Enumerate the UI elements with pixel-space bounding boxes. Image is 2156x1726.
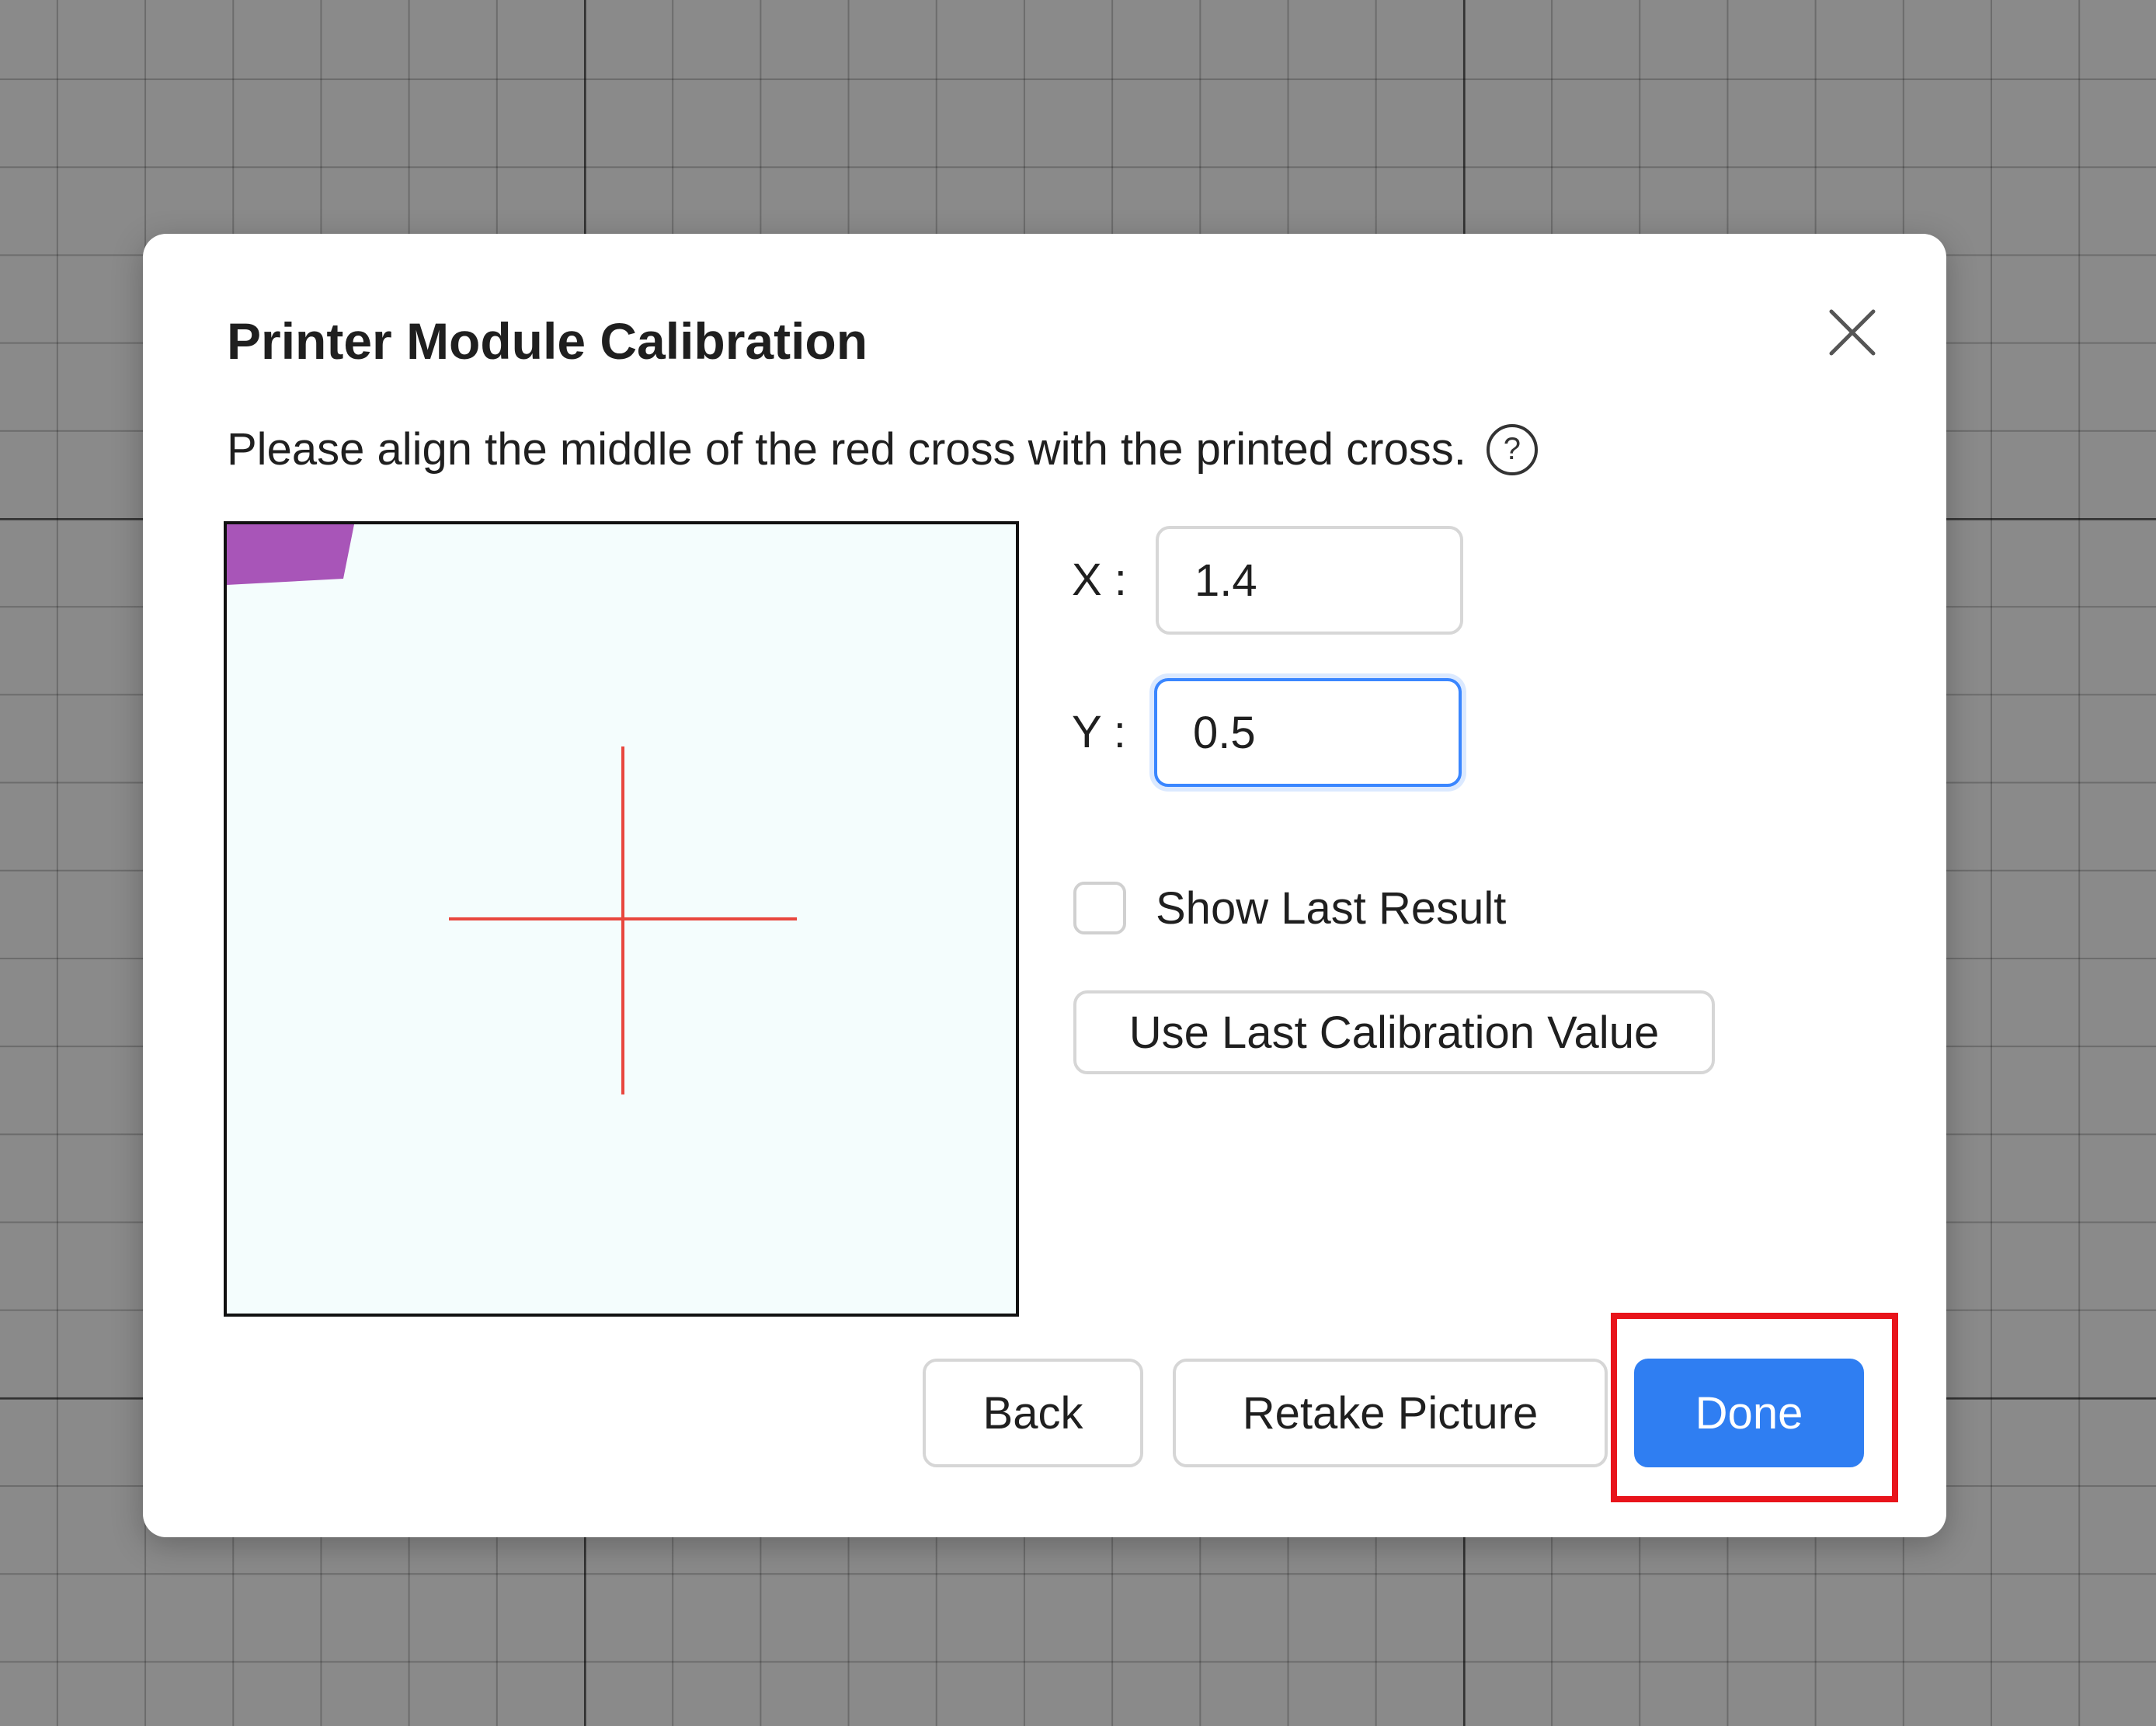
help-icon[interactable]: ? xyxy=(1486,423,1538,475)
done-button[interactable]: Done xyxy=(1634,1359,1864,1467)
retake-picture-button[interactable]: Retake Picture xyxy=(1173,1359,1608,1467)
printed-mark xyxy=(227,524,354,585)
use-last-calibration-button[interactable]: Use Last Calibration Value xyxy=(1073,990,1715,1074)
close-button[interactable] xyxy=(1825,305,1880,360)
red-cross-vertical xyxy=(621,746,624,1094)
instruction-text: Please align the middle of the red cross… xyxy=(227,424,1466,475)
show-last-result-label: Show Last Result xyxy=(1156,882,1507,934)
checkbox-box[interactable] xyxy=(1073,882,1126,934)
x-offset-input[interactable] xyxy=(1156,526,1463,635)
show-last-result-checkbox[interactable]: Show Last Result xyxy=(1073,882,1506,934)
camera-preview xyxy=(224,521,1019,1317)
y-label: Y : xyxy=(1072,707,1126,757)
calibration-dialog: Printer Module Calibration Please align … xyxy=(143,234,1946,1537)
dialog-title: Printer Module Calibration xyxy=(227,312,868,370)
y-offset-input[interactable] xyxy=(1154,678,1462,787)
x-label: X : xyxy=(1072,555,1127,605)
instruction-row: Please align the middle of the red cross… xyxy=(227,423,1538,475)
close-icon xyxy=(1829,309,1876,356)
back-button[interactable]: Back xyxy=(923,1359,1143,1467)
